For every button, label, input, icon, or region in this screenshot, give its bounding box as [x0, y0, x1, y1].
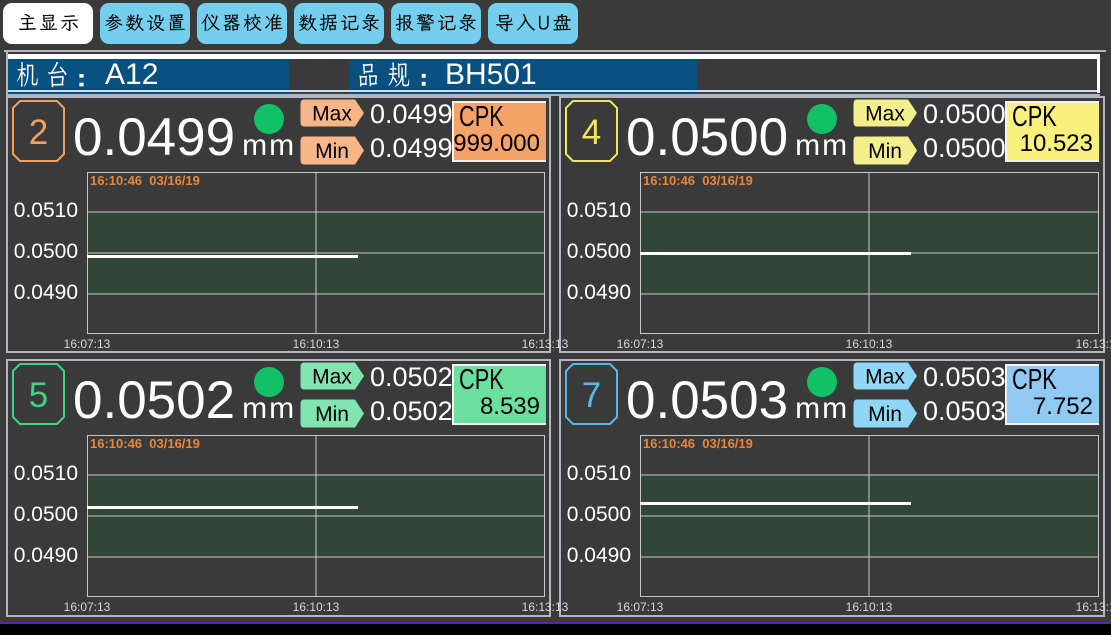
svg-text:Max: Max	[865, 366, 905, 389]
svg-text:5: 5	[29, 376, 48, 415]
svg-text:Min: Min	[868, 403, 902, 426]
svg-text:Min: Min	[868, 140, 902, 163]
svg-text:Min: Min	[315, 140, 349, 163]
svg-text:7: 7	[582, 376, 601, 415]
svg-text:Min: Min	[315, 403, 349, 426]
svg-text:Max: Max	[312, 366, 352, 389]
svg-text:Max: Max	[312, 103, 352, 126]
svg-text:4: 4	[582, 113, 601, 152]
svg-text:Max: Max	[865, 103, 905, 126]
svg-text:2: 2	[29, 113, 48, 152]
